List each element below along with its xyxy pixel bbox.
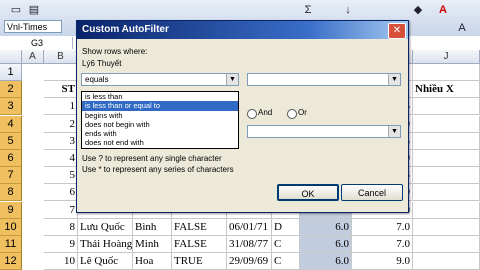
or-label: Or [298, 108, 307, 117]
table-cell[interactable] [413, 184, 480, 202]
table-cell[interactable]: 31/08/77 [227, 236, 272, 253]
operator-option[interactable]: ends with [82, 129, 238, 138]
chevron-down-icon[interactable]: ▼ [226, 74, 238, 85]
table-cell[interactable]: 3 [44, 132, 78, 150]
dialog-titlebar[interactable]: Custom AutoFilter ✕ [77, 21, 408, 39]
table-cell[interactable]: 1 [44, 98, 78, 116]
operator-dropdown-1[interactable]: equals ▼ [81, 73, 239, 86]
table-cell[interactable]: ST [44, 81, 78, 99]
row-header[interactable]: 5 [0, 132, 22, 150]
font-color-icon-2[interactable]: A [454, 20, 470, 36]
chevron-down-icon[interactable]: ▼ [388, 74, 400, 85]
table-cell[interactable]: Nhiều X [413, 81, 480, 99]
table-cell[interactable]: 5 [44, 167, 78, 185]
table-cell[interactable]: TRUE [172, 253, 227, 270]
cancel-button[interactable]: Cancel [341, 184, 403, 201]
row-header[interactable]: 9 [0, 201, 22, 219]
table-cell[interactable]: FALSE [172, 236, 227, 253]
table-cell[interactable]: 9.0 [352, 253, 413, 270]
font-name-box[interactable]: Vnl-Times [4, 20, 62, 33]
column-header[interactable]: A [22, 50, 44, 64]
table-cell[interactable] [413, 236, 480, 253]
table-cell[interactable]: C [272, 236, 300, 253]
table-cell[interactable]: Hoa [133, 253, 172, 270]
table-cell[interactable]: 06/01/71 [227, 218, 272, 236]
table-cell[interactable]: 6.0 [300, 236, 352, 253]
row-header[interactable]: 2 [0, 81, 22, 99]
open-icon[interactable]: ▤ [26, 2, 42, 18]
table-cell[interactable]: 8 [44, 218, 78, 236]
custom-autofilter-dialog: Custom AutoFilter ✕ Show rows where: Lý6… [76, 20, 409, 213]
table-cell[interactable]: 4 [44, 150, 78, 167]
field-name-label: Lý6 Thuyết [82, 59, 122, 68]
and-radio[interactable] [247, 109, 257, 119]
table-cell[interactable] [413, 64, 480, 81]
operator-value-1: equals [85, 75, 109, 84]
ok-button[interactable]: OK [277, 184, 339, 201]
hint-single-char: Use ? to represent any single character [82, 154, 222, 163]
row-header[interactable]: 6 [0, 150, 22, 167]
table-cell[interactable]: Minh [133, 236, 172, 253]
column-header[interactable]: J [413, 50, 480, 64]
and-label: And [258, 108, 273, 117]
table-cell[interactable]: 7.0 [352, 218, 413, 236]
table-cell[interactable]: 2 [44, 115, 78, 133]
row-header[interactable]: 12 [0, 253, 22, 270]
table-cell[interactable]: 6.0 [300, 218, 352, 236]
table-cell[interactable] [413, 253, 480, 270]
or-radio[interactable] [287, 109, 297, 119]
new-icon[interactable]: ▭ [8, 2, 24, 18]
table-cell[interactable]: 6.0 [300, 253, 352, 270]
table-cell[interactable]: 7.0 [352, 236, 413, 253]
table-cell[interactable]: Thái Hoàng [78, 236, 133, 253]
row-header[interactable]: 8 [0, 184, 22, 202]
chevron-down-icon[interactable]: ▼ [388, 126, 400, 137]
table-cell[interactable]: 29/09/69 [227, 253, 272, 270]
table-cell[interactable]: Bình [133, 218, 172, 236]
column-header[interactable]: B [44, 50, 78, 64]
row-header[interactable]: 11 [0, 236, 22, 253]
fill-color-icon[interactable]: ◆ [410, 2, 426, 18]
value-combobox-2[interactable]: ▼ [247, 125, 401, 138]
operator-dropdown-list[interactable]: is less than is less than or equal to begi… [81, 91, 239, 149]
table-cell[interactable]: 9 [44, 236, 78, 253]
show-rows-label: Show rows where: [82, 47, 148, 56]
row-header[interactable]: 10 [0, 218, 22, 236]
table-cell[interactable] [413, 98, 480, 116]
select-all-corner[interactable] [0, 50, 22, 64]
table-cell[interactable] [44, 64, 78, 81]
row-header[interactable]: 7 [0, 167, 22, 185]
sum-icon[interactable]: Σ [300, 2, 316, 18]
table-cell[interactable]: Lưu Quốc [78, 218, 133, 236]
sort-icon[interactable]: ↓ [340, 2, 356, 18]
row-header[interactable]: 4 [0, 115, 22, 133]
operator-option[interactable]: does not end with [82, 138, 238, 147]
table-cell[interactable]: D [272, 218, 300, 236]
operator-option[interactable]: is less than or equal to [82, 101, 238, 111]
value-combobox-1[interactable]: ▼ [247, 73, 401, 86]
name-box[interactable]: G3 [2, 37, 73, 49]
operator-option[interactable]: does not begin with [82, 120, 238, 129]
table-cell[interactable]: FALSE [172, 218, 227, 236]
table-cell[interactable] [413, 150, 480, 167]
font-color-icon[interactable]: A [435, 2, 451, 18]
close-icon[interactable]: ✕ [388, 23, 406, 39]
table-cell[interactable] [413, 201, 480, 219]
operator-option[interactable]: begins with [82, 111, 238, 120]
table-cell[interactable] [413, 132, 480, 150]
table-cell[interactable] [413, 218, 480, 236]
table-cell[interactable]: Lê Quốc [78, 253, 133, 270]
table-cell[interactable]: 7 [44, 201, 78, 219]
operator-option[interactable]: is less than [82, 92, 238, 101]
table-cell[interactable]: C [272, 253, 300, 270]
row-header[interactable]: 3 [0, 98, 22, 116]
table-cell[interactable] [413, 115, 480, 133]
table-cell[interactable] [413, 167, 480, 185]
table-cell[interactable]: 10 [44, 253, 78, 270]
table-cell[interactable]: 6 [44, 184, 78, 202]
dialog-title: Custom AutoFilter [82, 24, 169, 35]
row-header[interactable]: 1 [0, 64, 22, 81]
hint-series-chars: Use * to represent any series of charact… [82, 165, 234, 174]
